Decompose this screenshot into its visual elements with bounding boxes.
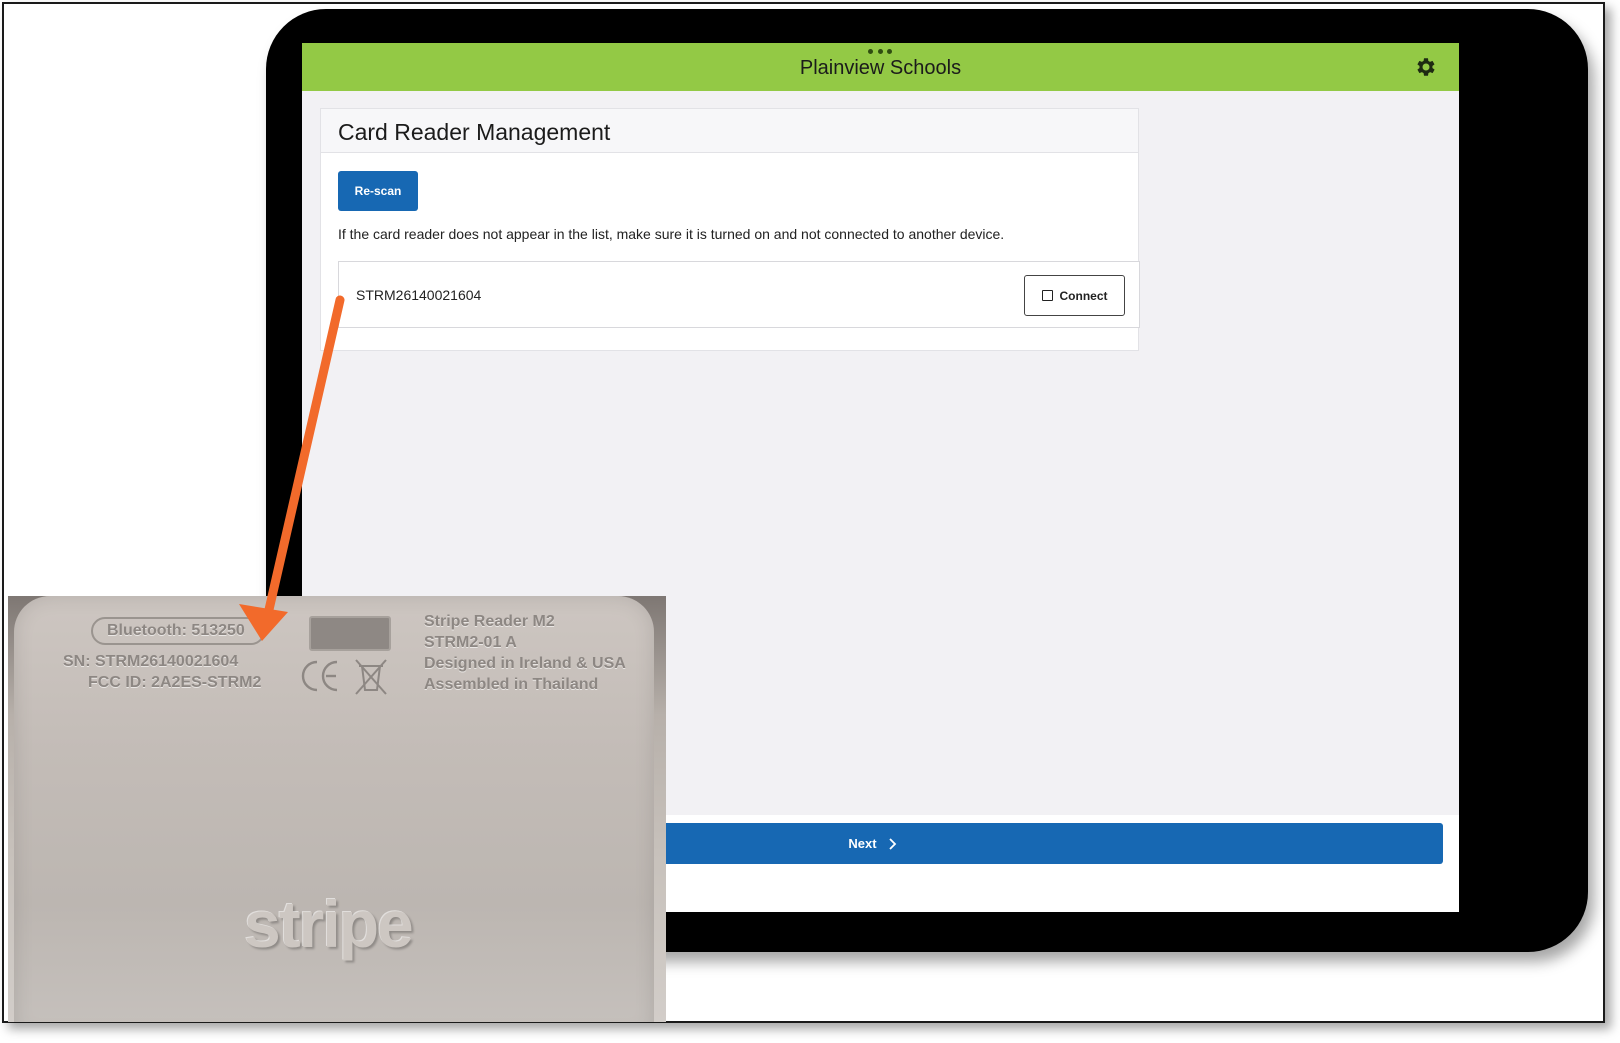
bluetooth-label: Bluetooth: 513250 (107, 622, 245, 639)
model-name: Stripe Reader M2 (424, 613, 555, 630)
stripe-logo: stripe (244, 887, 414, 961)
reader-back-casing: Bluetooth: 513250 SN: STRM26140021604 FC… (14, 596, 654, 1022)
designed-label: Designed in Ireland & USA (424, 655, 626, 672)
fcc-id-label: FCC ID: 2A2ES-STRM2 (88, 674, 262, 691)
certification-marks (301, 659, 387, 695)
app-header: Plainview Schools (302, 43, 1459, 91)
chevron-right-icon (888, 837, 896, 850)
serial-number-label: SN: STRM26140021604 (63, 653, 239, 670)
card-reader-photo: Bluetooth: 513250 SN: STRM26140021604 FC… (8, 596, 666, 1022)
more-dots-icon[interactable] (868, 49, 892, 55)
app-title: Plainview Schools (799, 57, 962, 79)
connect-button[interactable]: Connect (1024, 275, 1125, 316)
reader-window (309, 616, 391, 651)
help-text: If the card reader does not appear in th… (338, 226, 1005, 242)
reader-list-item: STRM26140021604 Connect (338, 261, 1140, 328)
model-code: STRM2-01 A (424, 634, 517, 651)
connect-label: Connect (1059, 288, 1108, 303)
checkbox-icon (1041, 290, 1053, 301)
weee-bin-icon (355, 659, 387, 695)
assembled-label: Assembled in Thailand (424, 676, 599, 693)
panel-header: Card Reader Management (321, 109, 1138, 153)
reader-serial: STRM26140021604 (356, 287, 482, 303)
next-label: Next (848, 836, 877, 851)
page-title: Card Reader Management (338, 119, 611, 145)
card-reader-panel: Card Reader Management Re-scan If the ca… (320, 108, 1140, 351)
rescan-button[interactable]: Re-scan (338, 171, 418, 211)
ce-mark-icon (301, 660, 338, 692)
gear-icon[interactable] (1414, 55, 1438, 79)
